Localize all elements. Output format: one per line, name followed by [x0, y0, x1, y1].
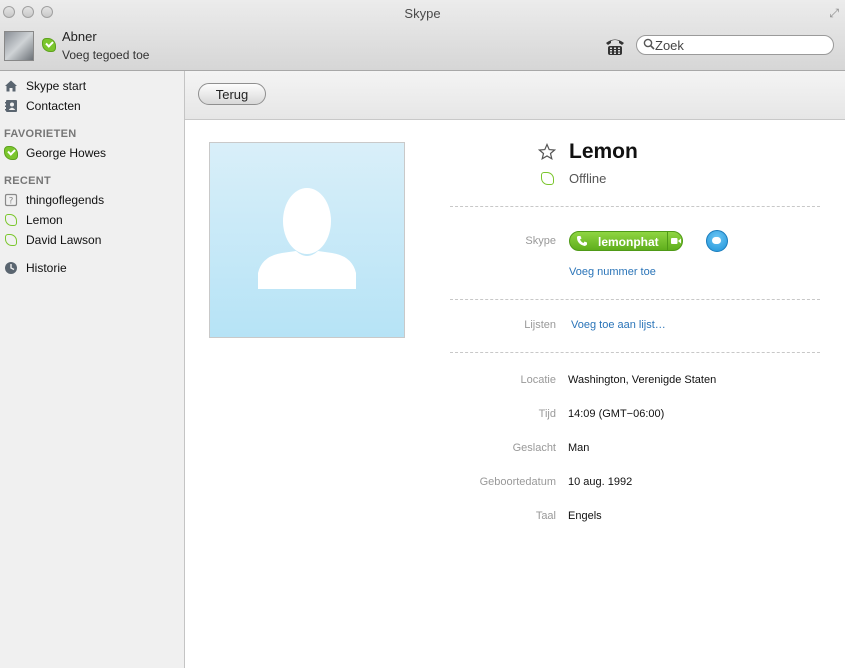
sidebar-item-label: Lemon: [26, 213, 63, 227]
language-label: Taal: [535, 510, 556, 522]
favorites-header: FAVORIETEN: [4, 128, 77, 140]
call-button[interactable]: lemonphat: [569, 231, 683, 251]
time-label: Tijd: [538, 408, 556, 420]
phone-icon: [577, 236, 587, 246]
sidebar-item-history[interactable]: Historie: [0, 258, 184, 278]
back-button[interactable]: Terug: [198, 83, 266, 105]
location-value: Washington, Verenigde Staten: [568, 374, 717, 386]
offline-status-icon: [5, 234, 17, 246]
divider: [450, 206, 820, 207]
lists-label: Lijsten: [524, 319, 556, 331]
address-book-icon: [5, 100, 17, 112]
button-separator: [667, 232, 668, 250]
sidebar-item-label: David Lawson: [26, 233, 102, 247]
sidebar-item-george-howes[interactable]: George Howes: [0, 143, 184, 163]
sidebar-item-thingoflegends[interactable]: ? thingoflegends: [0, 190, 184, 210]
sidebar-item-label: thingoflegends: [26, 193, 105, 207]
divider: [450, 299, 820, 300]
gender-label: Geslacht: [512, 442, 556, 454]
recent-header: RECENT: [4, 175, 52, 187]
gender-value: Man: [568, 442, 590, 454]
user-avatar[interactable]: [4, 31, 34, 61]
sidebar-item-label: Contacten: [26, 99, 81, 113]
language-value: Engels: [568, 510, 602, 522]
contact-photo: [209, 142, 405, 338]
chat-icon: [712, 237, 721, 244]
online-status-icon[interactable]: [42, 38, 56, 52]
clock-icon: [5, 262, 17, 274]
title-bar: Skype ⤢ Abner Voeg tegoed toe: [0, 0, 845, 71]
contact-profile: Lemon Offline Skype lemonphat Voeg numme…: [185, 120, 845, 668]
offline-status-icon: [5, 214, 17, 226]
divider: [450, 352, 820, 353]
unknown-status-icon: ?: [4, 193, 18, 207]
window-title: Skype: [404, 6, 441, 21]
default-avatar-icon: [258, 188, 356, 289]
svg-text:?: ?: [9, 197, 14, 207]
home-icon: [5, 80, 17, 92]
sidebar-item-skype-home[interactable]: Skype start: [0, 76, 184, 96]
online-status-icon: [4, 146, 18, 160]
sidebar-item-label: Historie: [26, 261, 67, 275]
location-label: Locatie: [520, 374, 556, 386]
add-number-link[interactable]: Voeg nummer toe: [569, 266, 656, 278]
favorite-star-icon[interactable]: [538, 143, 556, 161]
contact-status: Offline: [569, 171, 607, 186]
birthdate-value: 10 aug. 1992: [568, 476, 633, 488]
offline-status-icon: [541, 172, 554, 185]
contact-name: Lemon: [569, 140, 638, 163]
user-name: Abner: [62, 29, 97, 44]
dial-pad-icon[interactable]: [604, 36, 626, 56]
search-icon: [643, 38, 655, 50]
sidebar-item-david-lawson[interactable]: David Lawson: [0, 230, 184, 250]
sidebar-item-lemon[interactable]: Lemon: [0, 210, 184, 230]
sidebar-item-label: George Howes: [26, 146, 107, 160]
time-value: 14:09 (GMT−06:00): [568, 408, 665, 420]
search-box[interactable]: [636, 35, 834, 55]
video-call-icon[interactable]: [671, 237, 681, 245]
sidebar-item-label: Skype start: [26, 79, 87, 93]
content-toolbar: Terug: [185, 71, 845, 120]
add-to-list-link[interactable]: Voeg toe aan lijst…: [571, 319, 666, 331]
sidebar-item-contacts[interactable]: Contacten: [0, 96, 184, 116]
skype-name: lemonphat: [598, 235, 659, 249]
skype-label: Skype: [525, 235, 556, 247]
fullscreen-icon[interactable]: ⤢: [829, 6, 839, 21]
chat-button[interactable]: [706, 230, 728, 252]
add-credit-link[interactable]: Voeg tegoed toe: [62, 48, 149, 62]
search-input[interactable]: [655, 37, 825, 53]
birthdate-label: Geboortedatum: [479, 476, 556, 488]
sidebar: Skype start Contacten FAVORIETEN George …: [0, 71, 185, 668]
